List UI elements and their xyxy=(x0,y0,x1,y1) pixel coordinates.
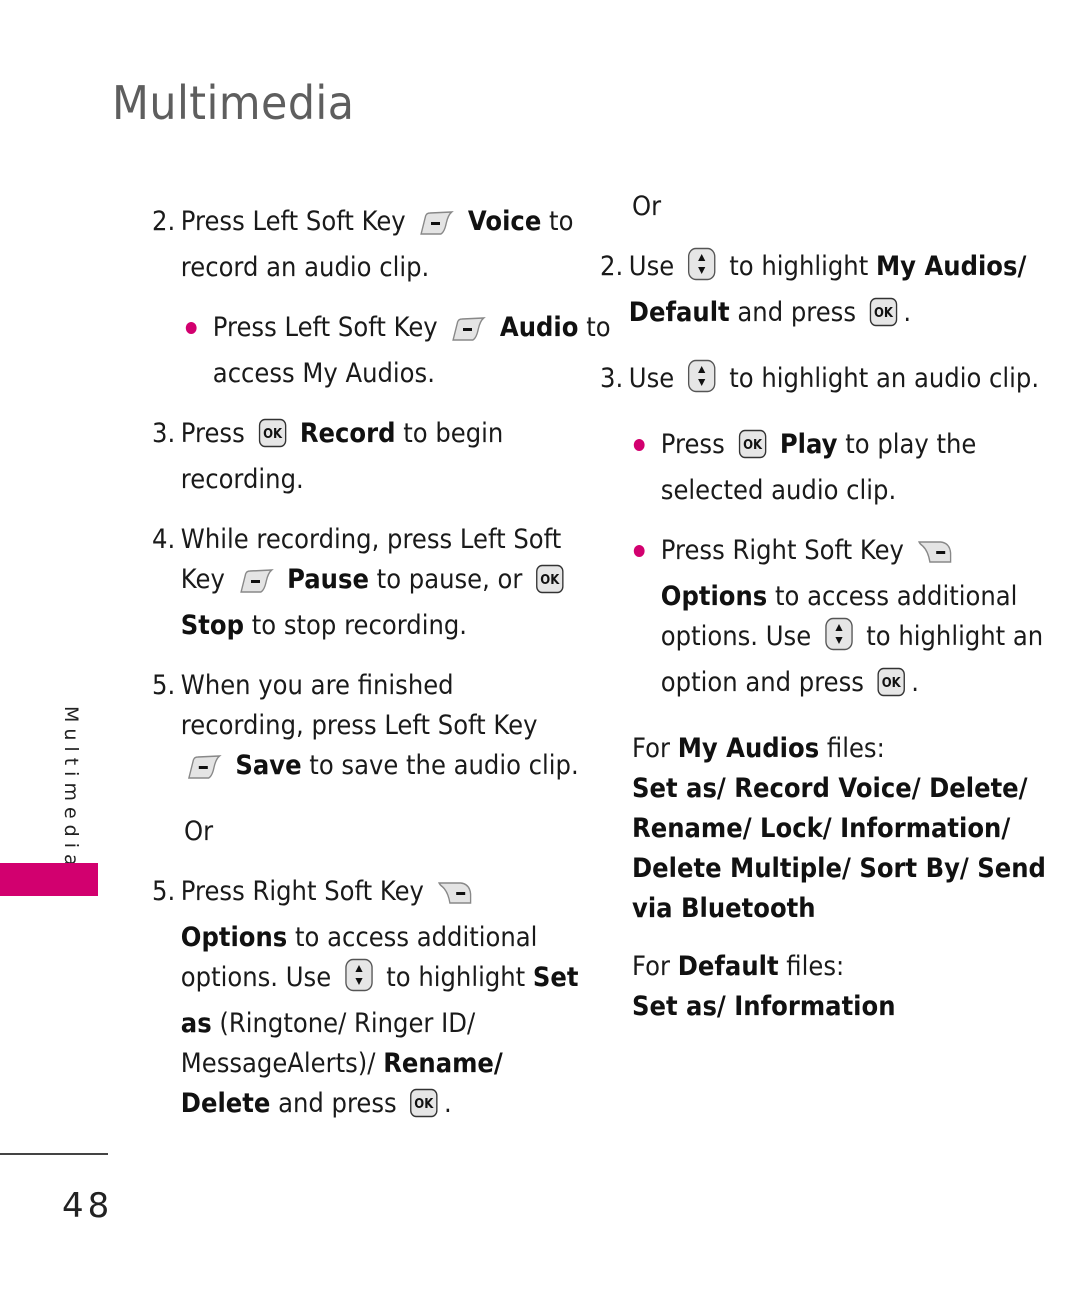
step-text: to highlight xyxy=(386,962,526,993)
step-5-options: 5. Press Right Soft Key Options to acces… xyxy=(152,872,580,1130)
menu-term-delete: Delete xyxy=(180,1088,271,1119)
step-text: Use xyxy=(628,251,675,282)
step-number: 3. xyxy=(600,363,624,394)
left-soft-key-icon xyxy=(451,314,487,354)
bullet-dot xyxy=(633,439,645,451)
step-text: and press xyxy=(737,297,857,328)
svg-text:OK: OK xyxy=(882,675,901,690)
footer-divider xyxy=(0,1153,108,1155)
menu-term-save: Save xyxy=(235,750,302,781)
step-number: 5. xyxy=(152,670,176,701)
nav-up-down-icon xyxy=(344,958,373,1004)
step-2-record: 2. Press Left Soft Key Voice to record a… xyxy=(152,202,580,288)
bullet-dot xyxy=(185,322,197,334)
step-number: 2. xyxy=(152,206,176,237)
nav-up-down-icon xyxy=(824,617,853,663)
ok-key-icon: OK xyxy=(877,667,906,709)
menu-term-stop: Stop xyxy=(180,610,245,641)
section-side-label: Multimedia xyxy=(60,706,82,872)
step-text: . xyxy=(903,297,912,328)
step-4-pause-stop: 4. While recording, press Left Soft Key … xyxy=(152,520,580,646)
step-text: to save the audio clip. xyxy=(309,750,579,781)
step-text: Press xyxy=(180,418,245,449)
step-text: Use xyxy=(628,363,675,394)
ok-key-icon: OK xyxy=(536,564,565,606)
bullet-text: Press Left Soft Key xyxy=(212,312,438,343)
menu-term-record: Record xyxy=(299,418,396,449)
label-bold: Default xyxy=(677,951,779,982)
nav-up-down-icon xyxy=(687,247,716,293)
menu-term-voice: Voice xyxy=(467,206,542,237)
section-tab-marker xyxy=(0,863,98,896)
bullet-options: Press Right Soft Key Options to access a… xyxy=(632,531,1080,709)
svg-text:OK: OK xyxy=(415,1096,434,1111)
step-text: Press Left Soft Key xyxy=(180,206,406,237)
step-2-highlight-folder: 2. Use to highlight My Audios/ Default a… xyxy=(600,247,1048,339)
bullet-play: Press OK Play to play the selected audio… xyxy=(632,425,1080,511)
default-files-option-list: Set as/ Information xyxy=(632,991,896,1022)
step-number: 2. xyxy=(600,251,624,282)
step-number: 4. xyxy=(152,524,176,555)
svg-text:OK: OK xyxy=(874,305,893,320)
ok-key-icon: OK xyxy=(869,297,898,339)
ok-key-icon: OK xyxy=(258,418,287,460)
step-number: 5. xyxy=(152,876,176,907)
label-text: For xyxy=(632,733,670,764)
step-text: . xyxy=(444,1088,452,1119)
step-text: Press Right Soft Key xyxy=(180,876,424,907)
menu-term-rename: Rename/ xyxy=(383,1048,503,1079)
step-text: to pause, or xyxy=(376,564,523,595)
left-column: 2. Press Left Soft Key Voice to record a… xyxy=(152,202,611,1150)
page-title: Multimedia xyxy=(112,76,355,130)
step-number: 3. xyxy=(152,418,176,449)
ok-key-icon: OK xyxy=(410,1088,439,1130)
svg-text:OK: OK xyxy=(540,572,559,587)
menu-term-pause: Pause xyxy=(287,564,369,595)
step-5-save: 5. When you are finished recording, pres… xyxy=(152,666,580,792)
step-text: and press xyxy=(278,1088,397,1119)
right-soft-key-icon xyxy=(437,878,473,918)
label-text: files: xyxy=(826,733,885,764)
step-text: to stop recording. xyxy=(251,610,467,641)
nav-up-down-icon xyxy=(687,359,716,405)
left-soft-key-icon xyxy=(419,208,455,248)
step-3-highlight-clip: 3. Use to highlight an audio clip. xyxy=(600,359,1048,405)
svg-text:OK: OK xyxy=(743,437,762,452)
step-text: to highlight an audio clip. xyxy=(729,363,1040,394)
menu-term-audio: Audio xyxy=(499,312,579,343)
step-3-record: 3. Press OK Record to begin recording. xyxy=(152,414,580,500)
ok-key-icon: OK xyxy=(738,429,767,471)
bullet-dot xyxy=(633,545,645,557)
bullet-audio-access: Press Left Soft Key Audio to access My A… xyxy=(184,308,612,394)
label-text: For xyxy=(632,951,670,982)
page-number: 48 xyxy=(62,1186,114,1226)
menu-term-options: Options xyxy=(660,581,768,612)
step-text: When you are finished recording, press L… xyxy=(180,670,538,741)
bullet-text: . xyxy=(911,667,920,698)
my-audios-label: For My Audios files: xyxy=(632,729,1052,769)
my-audios-option-list: Set as/ Record Voice/ Delete/ Rename/ Lo… xyxy=(632,773,1046,924)
default-files-label: For Default files: xyxy=(632,947,1052,987)
menu-term-play: Play xyxy=(779,429,838,460)
right-column: Or 2. Use to highlight My Audios/ Defaul… xyxy=(600,187,1046,1027)
left-soft-key-icon xyxy=(238,566,274,606)
menu-term-options: Options xyxy=(180,922,288,953)
bullet-text: Press xyxy=(660,429,725,460)
or-separator: Or xyxy=(632,191,662,222)
or-separator: Or xyxy=(184,816,214,847)
label-bold: My Audios xyxy=(677,733,820,764)
right-soft-key-icon xyxy=(917,537,953,577)
my-audios-options: For My Audios files: Set as/ Record Voic… xyxy=(632,729,1052,1027)
bullet-text: Press Right Soft Key xyxy=(660,535,904,566)
left-soft-key-icon xyxy=(186,752,222,792)
step-text: to highlight xyxy=(729,251,869,282)
svg-text:OK: OK xyxy=(263,426,282,441)
label-text: files: xyxy=(786,951,845,982)
